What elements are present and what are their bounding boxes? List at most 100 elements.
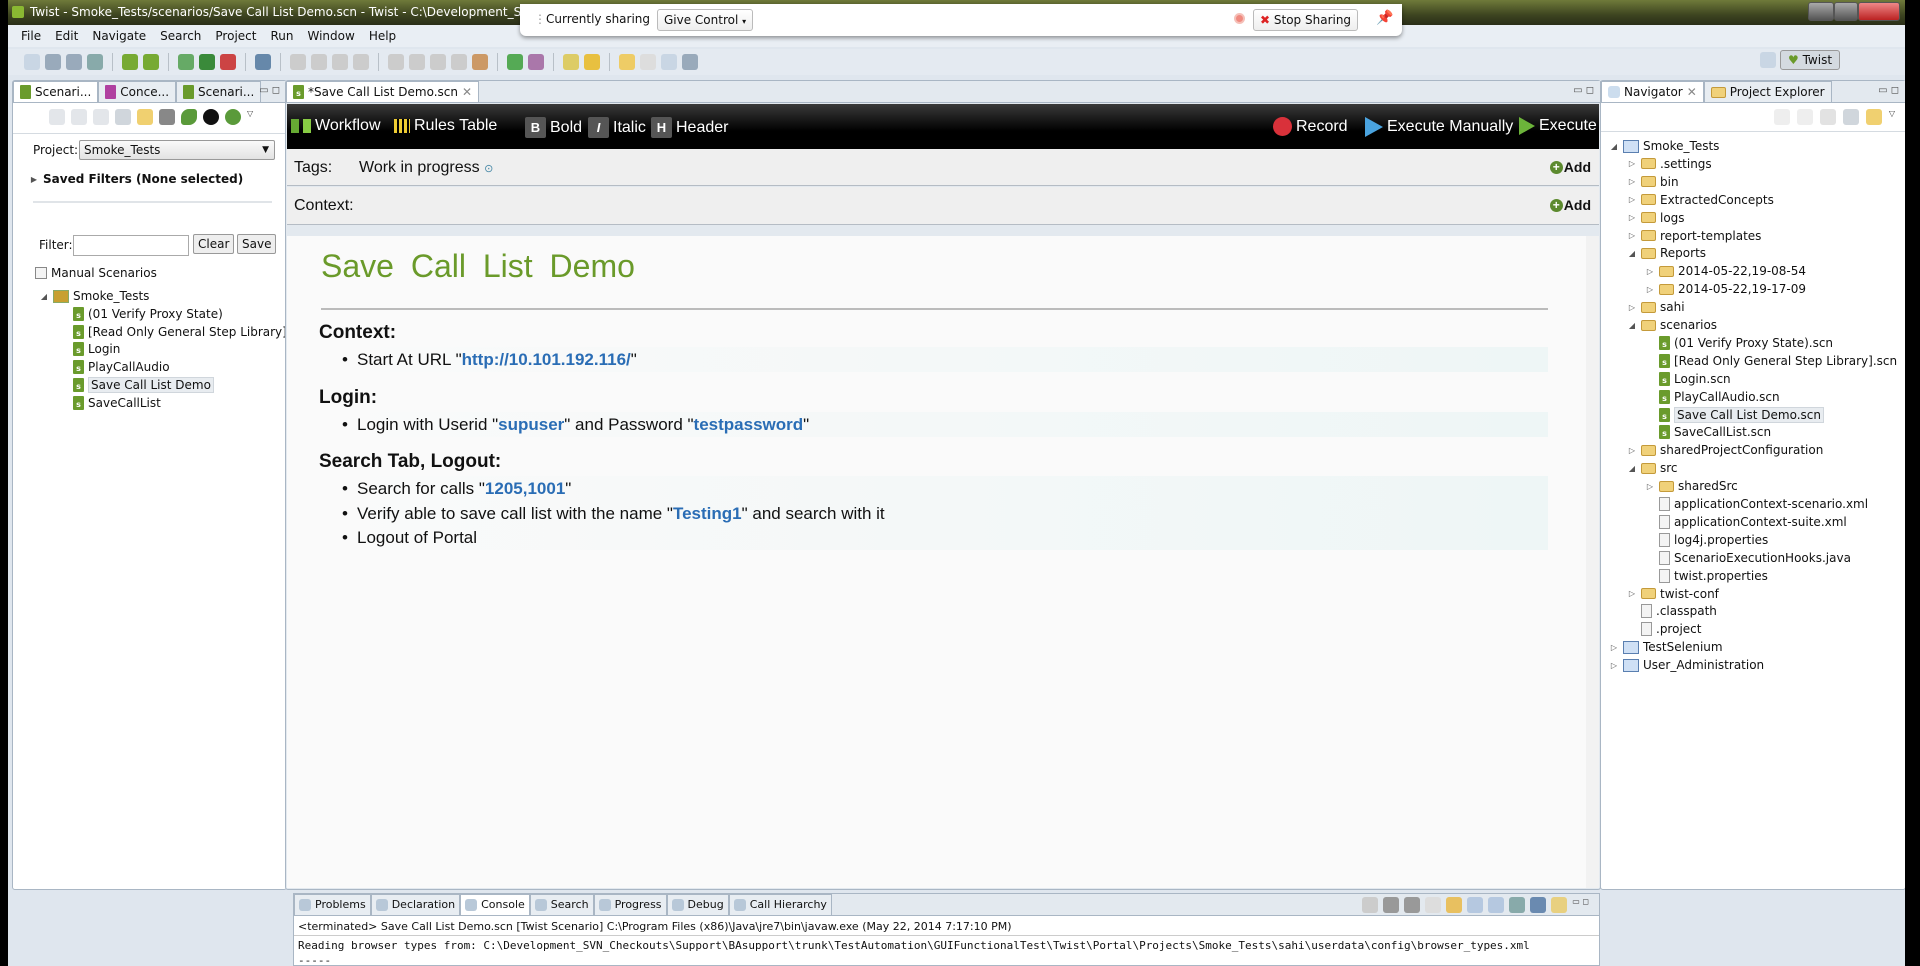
tree-item[interactable]: ▷ 2014-05-22,19-08-54 [1645, 262, 1806, 280]
tag-work-in-progress[interactable]: Work in progress ⊙ [359, 159, 493, 177]
home-icon[interactable] [93, 109, 109, 125]
section-heading[interactable]: Login: [319, 387, 377, 409]
package-icon[interactable] [507, 54, 523, 70]
record-button[interactable]: Record [1273, 117, 1348, 136]
tree-item[interactable]: ◢ Smoke_Tests [39, 287, 150, 305]
expand-arrow-icon[interactable]: ▷ [1609, 643, 1619, 652]
tree-item[interactable]: s Login.scn [1645, 370, 1731, 388]
menu-file[interactable]: File [14, 29, 48, 43]
collapse-arrow-icon[interactable]: ◢ [39, 292, 49, 301]
menu-edit[interactable]: Edit [48, 29, 85, 43]
open-console-icon[interactable] [1551, 897, 1568, 913]
collapse-all-icon[interactable] [1842, 109, 1859, 125]
tab-problems[interactable]: Problems [294, 894, 371, 915]
header-button[interactable]: H Header [651, 117, 728, 138]
tab-search[interactable]: Search [529, 894, 594, 915]
display-console-icon[interactable] [1530, 897, 1547, 913]
tree-item[interactable]: s (01 Verify Proxy State).scn [1645, 334, 1833, 352]
show-on-error-icon[interactable] [1488, 897, 1505, 913]
editor-scrollbar[interactable] [1586, 236, 1599, 888]
perspective-twist-button[interactable]: ♥ Twist [1780, 50, 1841, 70]
menu-project[interactable]: Project [208, 29, 263, 43]
remove-launch-icon[interactable] [1383, 897, 1400, 913]
tree-item[interactable]: ▷ twist-conf [1627, 585, 1719, 603]
remove-all-icon[interactable] [1404, 897, 1421, 913]
tree-item[interactable]: ◢ scenarios [1627, 316, 1717, 334]
tree-item[interactable]: s Login [59, 340, 120, 358]
close-tab-icon[interactable]: ✕ [1687, 82, 1697, 102]
section-heading[interactable]: Search Tab, Logout: [319, 451, 501, 473]
stop-sharing-button[interactable]: ✖ Stop Sharing [1253, 9, 1359, 31]
minimize-maximize-icons[interactable]: ▭ ◻ [1878, 85, 1899, 96]
step-item[interactable]: Start At URL "http://10.101.192.116/" [315, 347, 1548, 372]
collapse-arrow-icon[interactable]: ◢ [1609, 142, 1619, 151]
folder-icon[interactable] [159, 109, 175, 125]
editor-tab[interactable]: s *Save Call List Demo.scn ✕ [286, 81, 480, 102]
link-editor-icon[interactable] [137, 109, 153, 125]
expand-arrow-icon[interactable]: ▷ [1627, 195, 1637, 204]
tree-item[interactable]: ◢ src [1627, 459, 1678, 477]
tree-item[interactable]: twist.properties [1645, 567, 1768, 585]
minimize-maximize-icons[interactable]: ▭ ◻ [1573, 85, 1594, 96]
tree-item[interactable]: applicationContext-scenario.xml [1645, 495, 1868, 513]
add-tag-button[interactable]: + Add [1549, 159, 1591, 175]
tree-item[interactable]: .classpath [1627, 602, 1717, 620]
give-control-dropdown[interactable]: Give Control ▾ [657, 9, 754, 31]
minimize-maximize-icons[interactable]: ▭ ◻ [259, 85, 280, 96]
use-step-filters-icon[interactable] [472, 54, 488, 70]
bold-button[interactable]: B Bold [525, 117, 582, 138]
expand-arrow-icon[interactable]: ▷ [1645, 482, 1655, 491]
view-menu-icon[interactable]: ▽ [247, 109, 253, 125]
expand-arrow-icon[interactable]: ▷ [1627, 589, 1637, 598]
drag-handle-icon[interactable]: ⋮ [534, 12, 546, 26]
expand-arrow-icon[interactable]: ▷ [1645, 267, 1655, 276]
refresh-icon[interactable] [528, 54, 544, 70]
console-output[interactable]: Reading browser types from: C:\Developme… [298, 938, 1530, 966]
scenario-document[interactable]: Save Call List Demo Context: Start At URL… [287, 236, 1586, 888]
pin-console-icon[interactable] [1509, 897, 1526, 913]
tab-navigator[interactable]: Navigator ✕ [1601, 81, 1704, 102]
clear-console-icon[interactable] [1425, 897, 1442, 913]
menu-window[interactable]: Window [300, 29, 361, 43]
step-item[interactable]: Verify able to save call list with the n… [315, 500, 1548, 526]
tree-item[interactable]: s PlayCallAudio [59, 358, 170, 376]
expand-arrow-icon[interactable]: ▷ [1645, 285, 1655, 294]
tree-item[interactable]: ▷ sharedSrc [1645, 477, 1738, 495]
expand-arrow-icon[interactable]: ▷ [1627, 213, 1637, 222]
link-editor-icon[interactable] [1865, 109, 1882, 125]
print-icon[interactable] [87, 54, 103, 70]
expand-arrow-icon[interactable]: ▷ [1609, 661, 1619, 670]
search-icon[interactable] [584, 54, 600, 70]
tab-progress[interactable]: Progress [593, 894, 667, 915]
tree-item[interactable]: ▷ report-templates [1627, 227, 1761, 245]
filter-input[interactable] [73, 235, 189, 256]
project-select[interactable]: Smoke_Tests ▼ [79, 140, 275, 160]
back-icon[interactable] [1773, 109, 1790, 125]
close-tab-icon[interactable]: ✕ [462, 82, 472, 102]
pin-icon[interactable]: 📌 [1376, 10, 1393, 26]
tree-item[interactable]: ▷ ExtractedConcepts [1627, 191, 1774, 209]
expand-arrow-icon[interactable]: ▷ [1627, 303, 1637, 312]
tree-item[interactable]: ▷ .settings [1627, 155, 1712, 173]
tree-item[interactable]: applicationContext-suite.xml [1645, 513, 1847, 531]
menu-navigate[interactable]: Navigate [85, 29, 153, 43]
save-all-icon[interactable] [66, 54, 82, 70]
tab-declaration[interactable]: Declaration [370, 894, 461, 915]
external-tools-icon[interactable] [220, 54, 236, 70]
new-scenario-icon[interactable] [122, 54, 138, 70]
menu-help[interactable]: Help [362, 29, 403, 43]
saved-filters-toggle[interactable]: ▶ Saved Filters (None selected) [29, 170, 243, 188]
new-concept-icon[interactable] [143, 54, 159, 70]
tree-item[interactable]: s PlayCallAudio.scn [1645, 388, 1780, 406]
tree-item[interactable]: log4j.properties [1645, 531, 1768, 549]
step-item[interactable]: Search for calls "1205,1001" [315, 476, 1548, 501]
rules-table-button[interactable]: Rules Table [394, 117, 497, 135]
maximize-button[interactable] [1834, 2, 1858, 21]
tag-icon[interactable] [181, 109, 197, 125]
disconnect-icon[interactable] [353, 54, 369, 70]
tree-item[interactable]: ▷ User_Administration [1609, 656, 1764, 674]
execute-manually-button[interactable]: Execute Manually [1365, 117, 1513, 137]
minimize-button[interactable] [1808, 2, 1834, 21]
tab-scenari[interactable]: Scenari... [176, 81, 262, 102]
prev-annotation-icon[interactable] [640, 54, 656, 70]
